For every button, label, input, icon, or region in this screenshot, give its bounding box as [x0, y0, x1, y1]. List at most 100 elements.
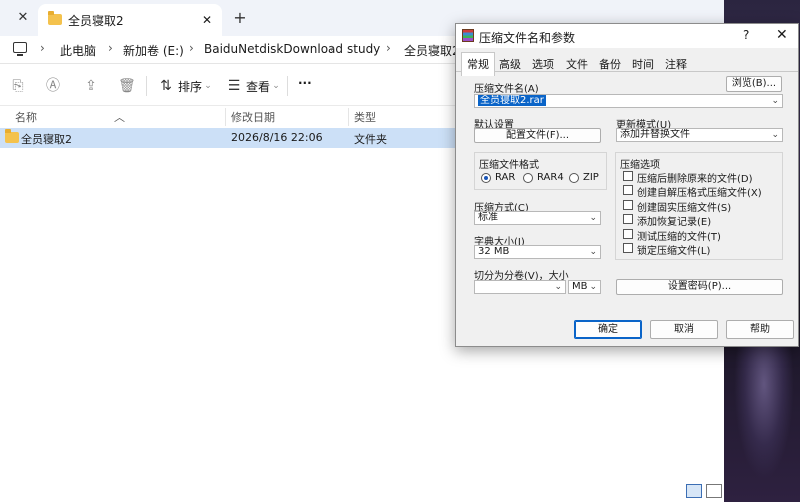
tab-close-icon[interactable]: ✕ — [198, 11, 216, 29]
tab-comment[interactable]: 注释 — [665, 56, 687, 72]
method-select[interactable]: 标准 ⌄ — [474, 211, 601, 225]
column-type[interactable]: 类型 — [354, 109, 376, 125]
dialog-footer: 确定 取消 帮助 — [456, 318, 798, 346]
radio-rar-dot — [481, 173, 491, 183]
sort-button[interactable]: 排序 — [178, 78, 202, 95]
computer-icon — [13, 42, 27, 56]
options-group-label: 压缩选项 — [620, 160, 660, 171]
option-checkbox[interactable] — [623, 229, 633, 239]
file-modified: 2026/8/16 22:06 — [231, 131, 323, 144]
format-group: 压缩文件格式 RAR RAR4 ZIP — [474, 152, 607, 190]
archive-name-label: 压缩文件名(A) — [474, 84, 539, 95]
browse-button[interactable]: 浏览(B)... — [726, 76, 782, 92]
delete-icon[interactable]: 🗑 — [118, 78, 136, 94]
view-button[interactable]: 查看 — [246, 78, 270, 95]
radio-zip-label: ZIP — [583, 172, 599, 183]
set-password-button[interactable]: 设置密码(P)... — [616, 279, 783, 295]
option-checkbox[interactable] — [623, 214, 633, 224]
tiles-view-icon[interactable] — [706, 484, 722, 498]
dictionary-value: 32 MB — [478, 246, 510, 257]
cancel-button[interactable]: 取消 — [650, 320, 718, 339]
tab-files[interactable]: 文件 — [566, 56, 588, 72]
chevron-right-icon: › — [189, 41, 194, 55]
winrar-icon — [462, 29, 474, 42]
option-solid: 创建固实压缩文件(S) — [637, 203, 732, 214]
more-options-button[interactable]: ··· — [298, 76, 312, 90]
ok-button[interactable]: 确定 — [574, 320, 642, 339]
archive-name-input[interactable]: 全员寝取2.rar ⌄ — [474, 94, 783, 108]
option-sfx: 创建自解压格式压缩文件(X) — [637, 188, 762, 199]
toolbar-divider — [287, 76, 288, 96]
format-group-label: 压缩文件格式 — [479, 160, 539, 171]
column-name[interactable]: 名称 — [15, 109, 37, 125]
chevron-down-icon: ⌄ — [272, 81, 280, 91]
tab-title: 全员寝取2 — [68, 14, 124, 28]
options-group: 压缩选项 压缩后删除原来的文件(D) 创建自解压格式压缩文件(X) 创建固实压缩… — [615, 152, 783, 260]
tab-current-folder[interactable]: 全员寝取2 ✕ — [38, 4, 222, 36]
close-window-icon[interactable]: ✕ — [14, 9, 32, 27]
chevron-down-icon: ⌄ — [204, 81, 212, 91]
folder-icon — [48, 11, 62, 25]
breadcrumb-drive[interactable]: 新加卷 (E:) — [123, 42, 184, 59]
help-button[interactable]: 帮助 — [726, 320, 794, 339]
option-recovery: 添加恢复记录(E) — [637, 217, 712, 228]
option-checkbox[interactable] — [623, 200, 633, 210]
file-name: 全员寝取2 — [21, 133, 72, 146]
share-icon[interactable]: ⇪ — [83, 78, 99, 94]
radio-rar4-dot — [523, 173, 533, 183]
split-size-input[interactable]: ⌄ — [474, 280, 566, 294]
split-unit-select[interactable]: MB ⌄ — [568, 280, 601, 294]
option-lock: 锁定压缩文件(L) — [637, 246, 711, 257]
column-modified[interactable]: 修改日期 — [231, 109, 275, 125]
view-icon: ☰ — [227, 78, 241, 94]
dialog-titlebar: 压缩文件名和参数 ? ✕ — [456, 24, 798, 48]
chevron-right-icon: › — [386, 41, 391, 55]
breadcrumb-download[interactable]: BaiduNetdiskDownload — [204, 42, 343, 56]
column-divider[interactable] — [225, 108, 226, 126]
general-pane: 压缩文件名(A) 浏览(B)... 全员寝取2.rar ⌄ 默认设置 配置文件(… — [464, 72, 792, 318]
archive-name-value: 全员寝取2.rar — [478, 95, 546, 106]
chevron-down-icon: ⌄ — [589, 282, 597, 292]
dictionary-select[interactable]: 32 MB ⌄ — [474, 245, 601, 259]
chevron-down-icon: ⌄ — [771, 130, 779, 140]
option-checkbox[interactable] — [623, 171, 633, 181]
details-view-icon[interactable] — [686, 484, 702, 498]
help-icon[interactable]: ? — [743, 28, 749, 42]
status-bar — [0, 480, 724, 502]
chevron-down-icon: ⌄ — [589, 213, 597, 223]
file-type: 文件夹 — [354, 133, 387, 146]
toolbar-divider — [146, 76, 147, 96]
option-delete-after: 压缩后删除原来的文件(D) — [637, 174, 753, 185]
breadcrumb-current[interactable]: 全员寝取2 — [404, 42, 460, 59]
close-icon[interactable]: ✕ — [776, 27, 788, 43]
tab-time[interactable]: 时间 — [632, 56, 654, 72]
tab-options[interactable]: 选项 — [532, 56, 554, 72]
option-test: 测试压缩的文件(T) — [637, 232, 721, 243]
chevron-right-icon: › — [330, 41, 335, 55]
update-mode-value: 添加并替换文件 — [620, 129, 690, 140]
chevron-right-icon: › — [40, 41, 45, 55]
chevron-down-icon[interactable]: ⌄ — [771, 95, 779, 107]
split-unit-value: MB — [572, 281, 588, 292]
radio-zip-dot — [569, 173, 579, 183]
update-mode-select[interactable]: 添加并替换文件 ⌄ — [616, 128, 783, 142]
dialog-title: 压缩文件名和参数 — [479, 31, 576, 45]
tab-advanced[interactable]: 高级 — [499, 56, 521, 72]
dialog-tabs: 常规 高级 选项 文件 备份 时间 注释 — [456, 52, 798, 76]
paste-icon[interactable]: ⎘ — [10, 78, 26, 94]
profiles-button[interactable]: 配置文件(F)... — [474, 128, 601, 143]
option-checkbox[interactable] — [623, 185, 633, 195]
option-checkbox[interactable] — [623, 243, 633, 253]
column-divider[interactable] — [348, 108, 349, 126]
breadcrumb-study[interactable]: study — [347, 42, 380, 56]
sort-icon: ⇅ — [160, 78, 172, 94]
chevron-down-icon: ⌄ — [554, 282, 562, 292]
table-row[interactable]: 全员寝取2 2026/8/16 22:06 文件夹 — [0, 128, 458, 148]
archive-dialog: 压缩文件名和参数 ? ✕ 常规 高级 选项 文件 备份 时间 注释 压缩文件名(… — [455, 23, 799, 347]
rename-icon[interactable]: Ⓐ — [45, 78, 61, 94]
tab-backup[interactable]: 备份 — [599, 56, 621, 72]
breadcrumb-this-pc[interactable]: 此电脑 — [60, 42, 96, 59]
folder-icon — [5, 129, 19, 143]
method-value: 标准 — [478, 212, 498, 223]
new-tab-button[interactable]: + — [230, 8, 250, 28]
